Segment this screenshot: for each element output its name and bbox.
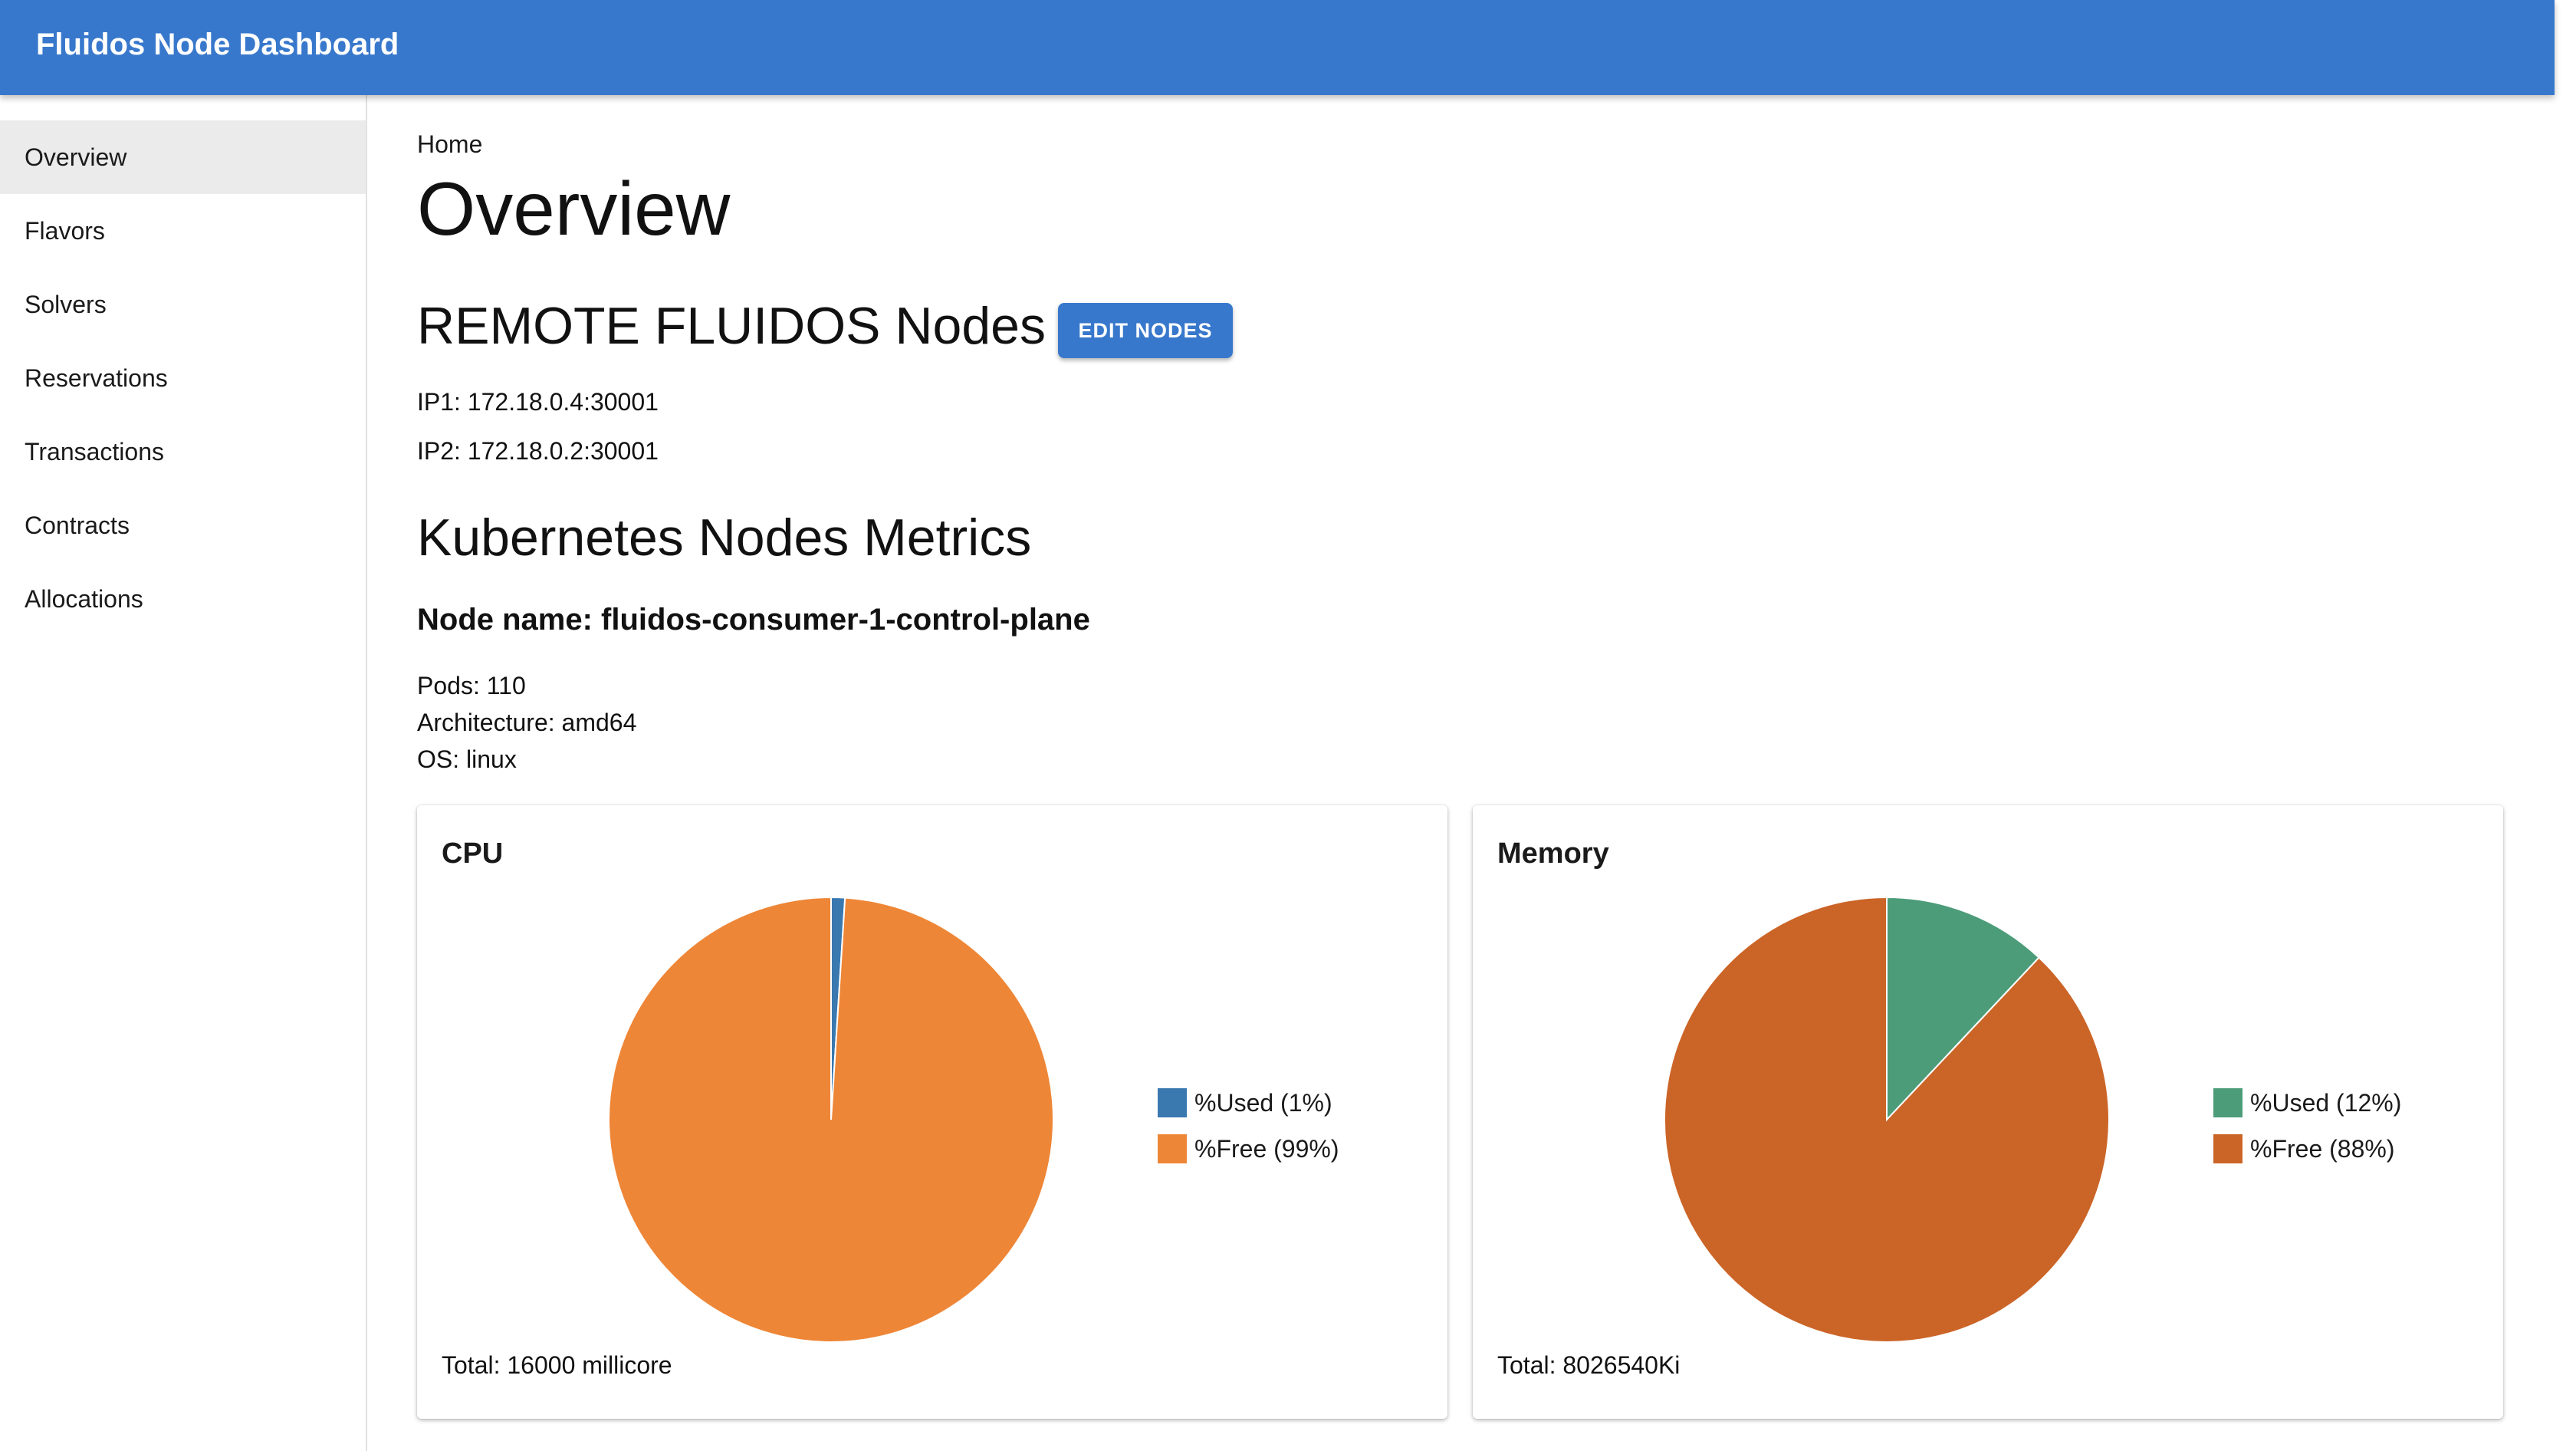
legend-label: %Free (99%): [1194, 1134, 1339, 1163]
legend-swatch: [2213, 1134, 2242, 1163]
breadcrumb[interactable]: Home: [417, 130, 482, 159]
cpu-legend-free[interactable]: %Free (99%): [1158, 1126, 1339, 1172]
legend-label: %Free (88%): [2250, 1134, 2395, 1163]
memory-legend-used[interactable]: %Used (12%): [2213, 1080, 2401, 1126]
sidebar-item-solvers[interactable]: Solvers: [0, 268, 366, 341]
sidebar-item-contracts[interactable]: Contracts: [0, 489, 366, 562]
remote-ip-1: IP1: 172.18.0.4:30001: [417, 388, 659, 416]
remote-ip-2: IP2: 172.18.0.2:30001: [417, 437, 659, 465]
node-name: Node name: fluidos-consumer-1-control-pl…: [417, 603, 1090, 637]
app-bar: Fluidos Node Dashboard: [0, 0, 2555, 95]
node-pods: Pods: 110: [417, 672, 526, 699]
legend-swatch: [2213, 1088, 2242, 1117]
memory-card: Memory %Used (12%) %Free (88%) Total: 80…: [1473, 805, 2503, 1419]
cpu-card: CPU %Used (1%) %Free (99%) Total: 16000 …: [417, 805, 1447, 1419]
page-title: Overview: [417, 166, 731, 251]
app-title: Fluidos Node Dashboard: [36, 28, 399, 61]
nav-list: Overview Flavors Solvers Reservations Tr…: [0, 120, 366, 636]
pie-slice-free[interactable]: [1664, 896, 2110, 1343]
remote-nodes-heading: REMOTE FLUIDOS Nodes: [417, 297, 1046, 355]
sidebar-item-overview[interactable]: Overview: [0, 120, 366, 194]
memory-legend-free[interactable]: %Free (88%): [2213, 1126, 2401, 1172]
sidebar-item-transactions[interactable]: Transactions: [0, 415, 366, 489]
node-architecture: Architecture: amd64: [417, 709, 637, 736]
legend-label: %Used (12%): [2250, 1088, 2402, 1117]
cpu-legend: %Used (1%) %Free (99%): [1158, 1080, 1339, 1172]
sidebar-item-flavors[interactable]: Flavors: [0, 194, 366, 268]
k8s-metrics-heading: Kubernetes Nodes Metrics: [417, 508, 1032, 567]
sidebar: Overview Flavors Solvers Reservations Tr…: [0, 95, 367, 1451]
pie-slice-free[interactable]: [608, 896, 1055, 1343]
node-os: OS: linux: [417, 745, 517, 773]
memory-legend: %Used (12%) %Free (88%): [2213, 1080, 2401, 1172]
edit-nodes-button[interactable]: EDIT NODES: [1058, 303, 1233, 358]
cpu-total: Total: 16000 millicore: [442, 1351, 672, 1379]
legend-swatch: [1158, 1134, 1187, 1163]
legend-swatch: [1158, 1088, 1187, 1117]
legend-label: %Used (1%): [1194, 1088, 1332, 1117]
sidebar-item-reservations[interactable]: Reservations: [0, 341, 366, 415]
cpu-legend-used[interactable]: %Used (1%): [1158, 1080, 1339, 1126]
sidebar-item-allocations[interactable]: Allocations: [0, 562, 366, 636]
memory-total: Total: 8026540Ki: [1497, 1351, 1681, 1379]
